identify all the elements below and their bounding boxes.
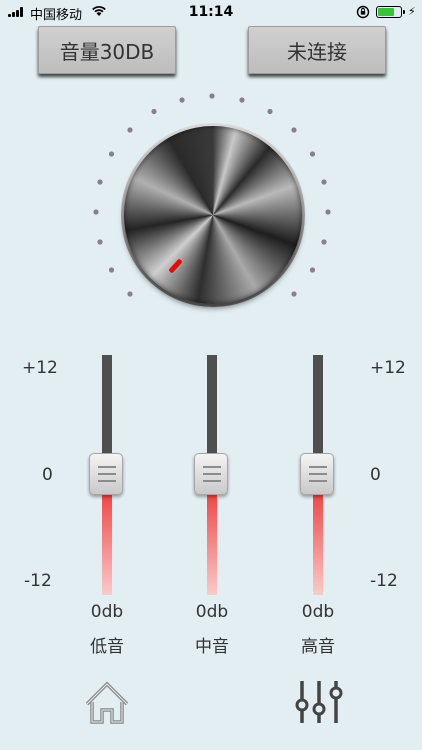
dial-dot bbox=[321, 239, 327, 245]
dial-dot bbox=[97, 179, 103, 185]
dial-dot bbox=[239, 97, 245, 103]
mid-slider[interactable] bbox=[192, 355, 232, 595]
scale-left-mid: 0 bbox=[42, 465, 53, 485]
treble-value: 0db bbox=[301, 602, 335, 622]
dial-dot bbox=[321, 179, 327, 185]
treble-label: 高音 bbox=[301, 637, 335, 657]
dial-dot bbox=[108, 151, 115, 157]
dial-dot bbox=[291, 127, 297, 133]
dial-dot bbox=[179, 97, 185, 103]
dial-dot bbox=[127, 291, 133, 297]
treble-slider-thumb[interactable] bbox=[300, 453, 334, 495]
dial-dot bbox=[309, 267, 316, 273]
scale-right-mid: 0 bbox=[370, 465, 381, 485]
dial-dot bbox=[291, 291, 297, 297]
dial-dot bbox=[267, 108, 273, 115]
dial-dot bbox=[127, 127, 133, 133]
bass-slider[interactable] bbox=[87, 355, 127, 595]
mid-value: 0db bbox=[195, 602, 229, 622]
scale-right-bottom: -12 bbox=[370, 571, 398, 591]
dial-dot bbox=[309, 151, 316, 157]
dial-dot bbox=[97, 239, 103, 245]
dial-dot bbox=[151, 108, 157, 115]
dial-dot bbox=[108, 267, 115, 273]
mid-slider-thumb[interactable] bbox=[194, 453, 228, 495]
equalizer-icon[interactable] bbox=[294, 678, 344, 726]
volume-knob[interactable] bbox=[124, 126, 302, 304]
scale-right-top: +12 bbox=[370, 358, 406, 378]
bass-label: 低音 bbox=[90, 637, 124, 657]
scale-left-bottom: -12 bbox=[24, 571, 52, 591]
home-icon[interactable] bbox=[84, 680, 130, 726]
bass-value: 0db bbox=[90, 602, 124, 622]
dial-dot bbox=[209, 93, 215, 99]
dial-dot bbox=[93, 209, 99, 215]
scale-left-top: +12 bbox=[22, 358, 58, 378]
dial-dot bbox=[325, 209, 331, 215]
mid-label: 中音 bbox=[195, 637, 229, 657]
bass-slider-thumb[interactable] bbox=[89, 453, 123, 495]
treble-slider[interactable] bbox=[298, 355, 338, 595]
